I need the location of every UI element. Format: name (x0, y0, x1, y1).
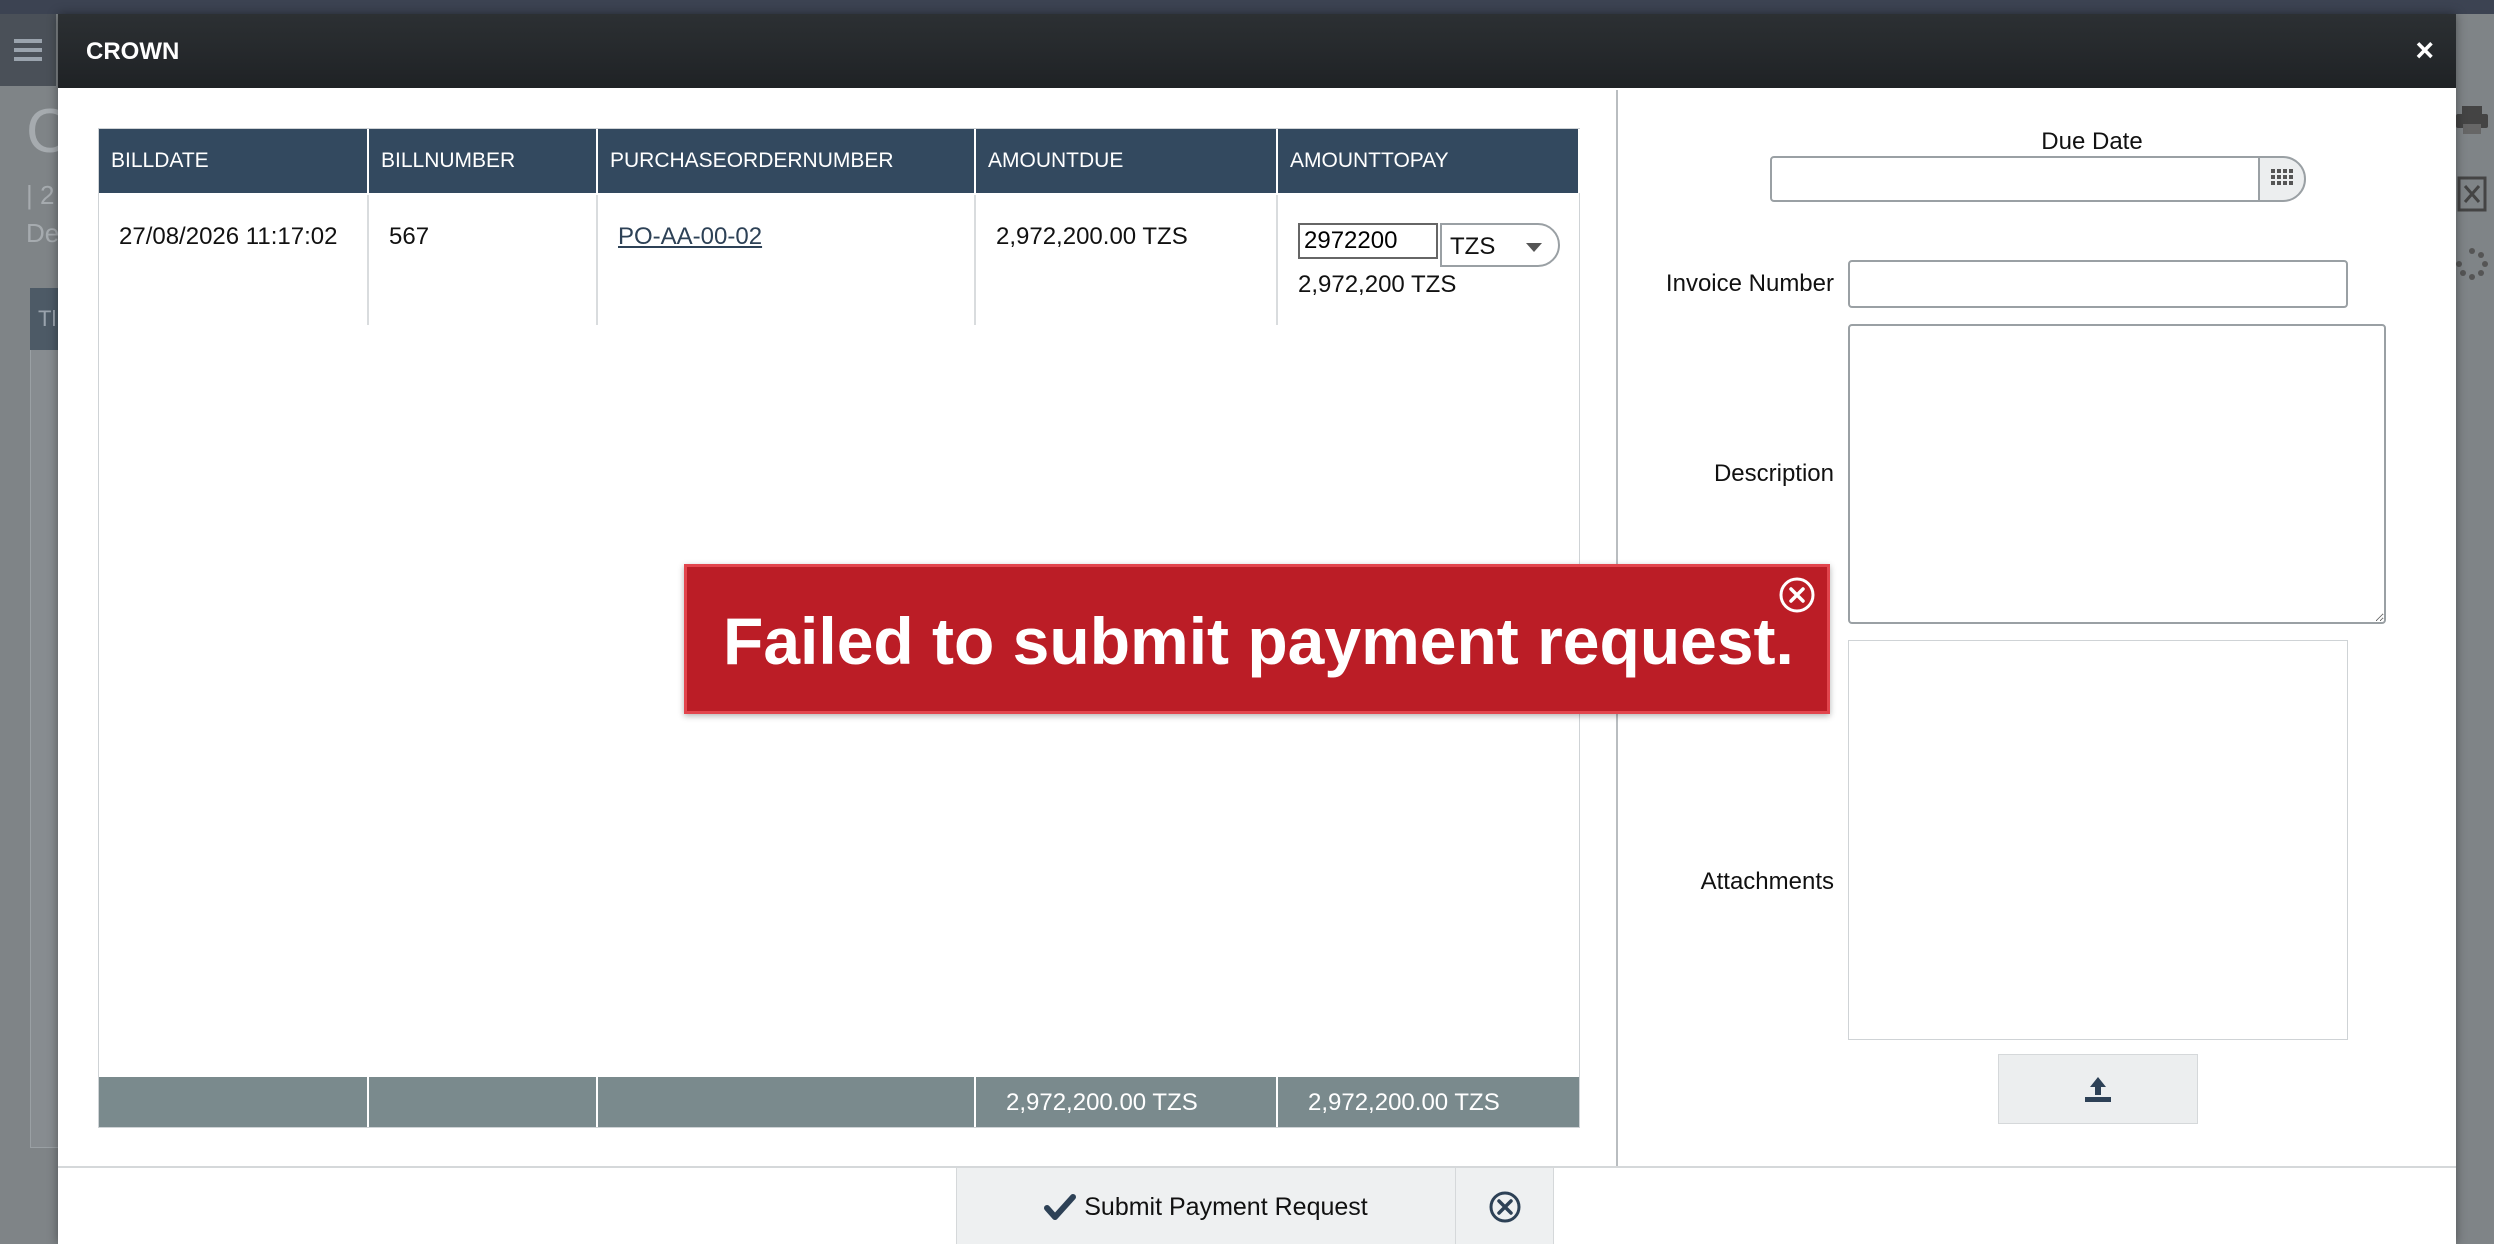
column-header-billdate[interactable]: BILLDATE (99, 129, 369, 193)
cell-billnumber: 567 (369, 195, 598, 325)
attachments-label: Attachments (1700, 868, 1834, 895)
cell-amounttopay: TZS 2,972,200 TZS (1278, 195, 1580, 325)
background-subtitle-2: De (26, 218, 60, 248)
description-label: Description (1713, 460, 1834, 487)
footer-cell-empty-1 (99, 1077, 369, 1127)
due-date-input[interactable] (1770, 156, 2260, 202)
submit-payment-request-button[interactable]: Submit Payment Request (956, 1168, 1456, 1244)
invoice-number-label: Invoice Number (1665, 270, 1834, 297)
grid-header: BILLDATE BILLNUMBER PURCHASEORDERNUMBER … (99, 129, 1580, 193)
amount-to-pay-input[interactable] (1298, 223, 1438, 259)
cell-purchaseordernumber: PO-AA-00-02 (598, 195, 976, 325)
excel-export-icon (2450, 176, 2494, 216)
amount-to-pay-formatted: 2,972,200 TZS (1298, 271, 1457, 298)
due-date-label: Due Date (2041, 128, 2143, 155)
invoice-number-input[interactable] (1848, 260, 2348, 308)
cancel-icon[interactable] (1456, 1168, 1554, 1244)
footer-cell-empty-2 (369, 1077, 598, 1127)
hamburger-menu-icon (0, 14, 56, 86)
cell-amountdue: 2,972,200.00 TZS (976, 195, 1278, 325)
column-header-amountdue[interactable]: AMOUNTDUE (976, 129, 1278, 193)
footer-amountdue-total: 2,972,200.00 TZS (976, 1077, 1278, 1127)
submit-button-label: Submit Payment Request (1084, 1192, 1368, 1221)
column-header-purchaseordernumber[interactable]: PURCHASEORDERNUMBER (598, 129, 976, 193)
error-toast: Failed to submit payment request. (684, 564, 1830, 714)
checkmark-icon (1044, 1194, 1077, 1220)
column-header-amounttopay[interactable]: AMOUNTTOPAY (1278, 129, 1580, 193)
error-toast-message: Failed to submit payment request. (723, 604, 1794, 678)
modal-header: CROWN × (58, 14, 2456, 88)
modal-title: CROWN (86, 38, 180, 65)
currency-select-value: TZS (1450, 233, 1496, 260)
grid-footer: 2,972,200.00 TZS 2,972,200.00 TZS (99, 1077, 1579, 1127)
cell-billdate: 27/08/2026 11:17:02 (99, 195, 369, 325)
footer-cell-empty-3 (598, 1077, 976, 1127)
calendar-icon[interactable] (2258, 156, 2306, 202)
modal-footer: Submit Payment Request (58, 1166, 2456, 1244)
close-icon[interactable]: × (2415, 32, 2434, 69)
print-icon (2450, 104, 2494, 144)
purchase-order-link[interactable]: PO-AA-00-02 (618, 223, 762, 250)
currency-select[interactable]: TZS (1440, 223, 1560, 267)
description-textarea[interactable] (1848, 324, 2386, 624)
loading-spinner-icon (2450, 246, 2494, 286)
background-top-bar (0, 0, 2494, 14)
toast-close-icon[interactable] (1777, 575, 1817, 615)
attachments-drop-area[interactable] (1848, 640, 2348, 1040)
chevron-down-icon (1526, 243, 1542, 252)
column-header-billnumber[interactable]: BILLNUMBER (369, 129, 598, 193)
footer-amounttopay-total: 2,972,200.00 TZS (1308, 1089, 1500, 1116)
upload-icon[interactable] (1998, 1054, 2198, 1124)
background-subtitle: | 2 (26, 180, 55, 210)
